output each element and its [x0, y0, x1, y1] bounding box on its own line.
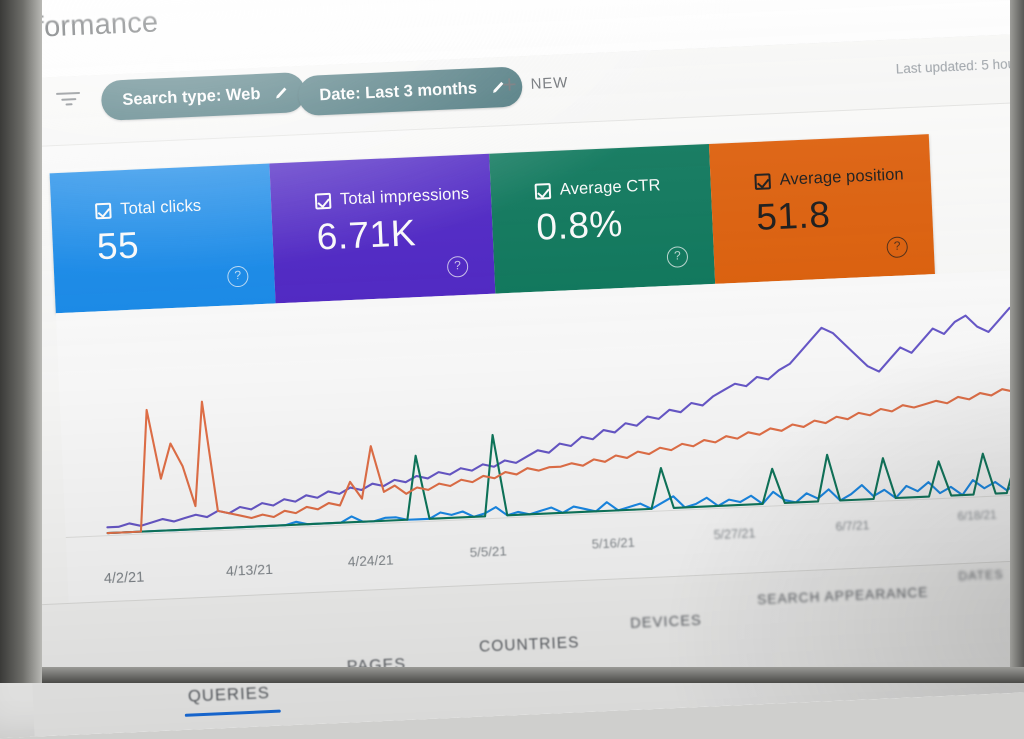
- checkbox-checked-icon[interactable]: [534, 182, 552, 200]
- metric-card-checkbox-row[interactable]: Average CTR: [534, 174, 711, 201]
- chart-x-tick: 5/16/21: [591, 534, 636, 552]
- metric-card-value: 6.71K: [315, 212, 417, 258]
- metric-card-value: 51.8: [755, 193, 832, 238]
- metric-card-ctr[interactable]: Average CTR 0.8%?: [489, 143, 716, 294]
- metric-card-label: Total impressions: [339, 184, 470, 209]
- chart-x-tick: 5/5/21: [469, 543, 508, 561]
- tab-dates[interactable]: DATES: [958, 567, 1004, 583]
- help-circle-icon[interactable]: ?: [666, 246, 689, 268]
- screen-surface: Performance Search type: Web Date: Last …: [0, 0, 1024, 739]
- checkbox-checked-icon[interactable]: [314, 192, 332, 210]
- monitor-bezel-left: [0, 0, 42, 683]
- metric-card-value: 55: [96, 224, 140, 268]
- checkbox-checked-icon[interactable]: [754, 172, 772, 190]
- tab-queries[interactable]: QUERIES: [188, 684, 271, 707]
- metric-card-impressions[interactable]: Total impressions 6.71K?: [269, 153, 496, 304]
- chart-x-tick: 6/18/21: [957, 508, 997, 524]
- metric-card-label: Average position: [779, 165, 905, 189]
- metric-card-checkbox-row[interactable]: Total clicks: [94, 194, 272, 221]
- help-circle-icon[interactable]: ?: [886, 236, 909, 259]
- filter-chip-label: Search type: Web: [121, 84, 261, 109]
- chart-x-tick: 6/7/21: [835, 517, 870, 534]
- help-circle-icon[interactable]: ?: [446, 255, 469, 278]
- metric-card-label: Total clicks: [119, 196, 202, 219]
- new-filter-button[interactable]: + NEW: [501, 70, 569, 100]
- help-circle-icon[interactable]: ?: [226, 265, 249, 288]
- chart-x-tick: 4/24/21: [347, 551, 394, 569]
- chart-x-tick: 4/13/21: [225, 560, 274, 579]
- performance-chart-panel: 4/2/21 4/13/21 4/24/21 5/5/21 5/16/21 5/27/21…: [55, 266, 1024, 603]
- tab-devices[interactable]: DEVICES: [630, 613, 702, 632]
- metric-card-position[interactable]: Average position 51.8?: [708, 134, 935, 284]
- monitor-bezel-bottom: [0, 667, 1024, 683]
- pencil-icon[interactable]: [273, 85, 290, 102]
- metric-card-checkbox-row[interactable]: Average position: [754, 164, 931, 191]
- chart-x-tick: 5/27/21: [713, 526, 756, 542]
- plus-icon: +: [501, 70, 519, 100]
- checkbox-checked-icon[interactable]: [94, 202, 112, 219]
- metric-card-clicks[interactable]: Total clicks 55?: [49, 163, 276, 314]
- metric-card-value: 0.8%: [535, 202, 624, 248]
- metric-card-checkbox-row[interactable]: Total impressions: [314, 184, 492, 211]
- filter-chip-label: Date: Last 3 months: [318, 78, 478, 104]
- monitor-bezel-right: [1010, 0, 1024, 683]
- new-filter-label: NEW: [530, 74, 569, 93]
- filter-funnel-icon[interactable]: [54, 91, 83, 115]
- metric-card-label: Average CTR: [559, 176, 661, 199]
- chart-x-tick: 4/2/21: [103, 569, 145, 588]
